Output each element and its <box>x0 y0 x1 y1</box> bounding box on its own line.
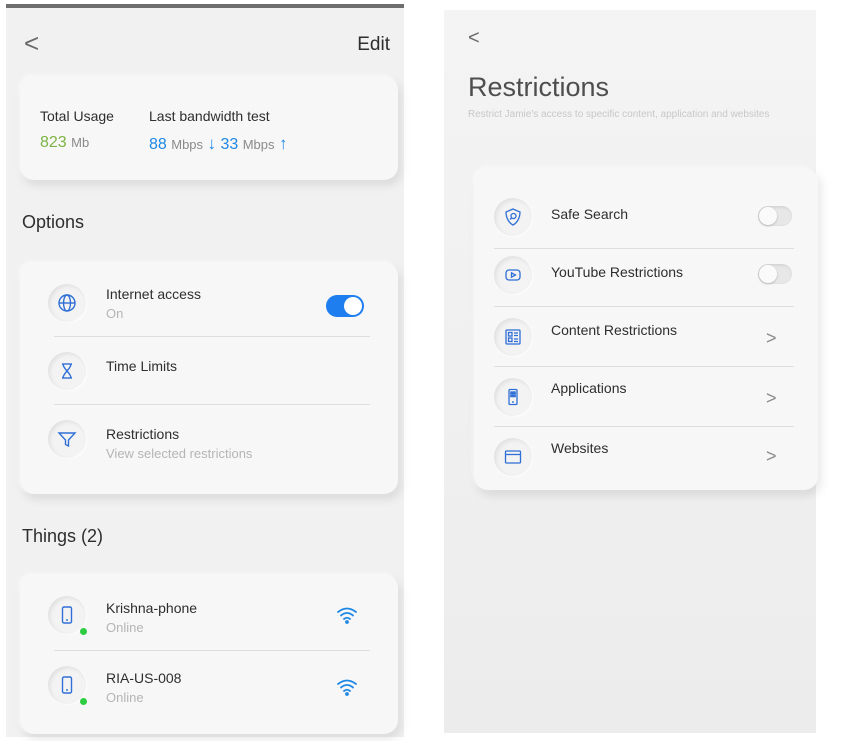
restriction-label: YouTube Restrictions <box>551 264 684 280</box>
divider <box>54 404 370 405</box>
restrictions-screen: < Restrictions Restrict Jamie's access t… <box>444 10 818 733</box>
restriction-safe-search[interactable]: Safe Search <box>474 192 818 248</box>
toggle-knob <box>759 207 777 225</box>
divider <box>494 248 794 249</box>
device-row[interactable]: RIA-US-008 Online <box>20 652 398 724</box>
option-label: Internet access <box>106 286 201 302</box>
restriction-content[interactable]: Content Restrictions > <box>474 308 818 366</box>
upload-unit: Mbps <box>242 137 275 152</box>
back-button[interactable]: < <box>468 28 480 48</box>
browser-window-icon <box>494 438 532 476</box>
device-row[interactable]: Krishna-phone Online <box>20 574 398 646</box>
download-unit: Mbps <box>171 137 204 152</box>
toggle-knob <box>344 297 362 315</box>
restriction-applications[interactable]: Applications > <box>474 368 818 426</box>
divider <box>494 366 794 367</box>
divider <box>494 426 794 427</box>
total-usage-value: 823 Mb <box>40 134 89 152</box>
youtube-icon <box>494 256 532 294</box>
restrictions-card: Safe Search YouTube Restrictions Content… <box>474 168 818 490</box>
option-status: View selected restrictions <box>106 446 253 461</box>
upload-speed: 33 <box>220 136 239 153</box>
restriction-websites[interactable]: Websites > <box>474 428 818 484</box>
option-time-limits[interactable]: Time Limits <box>20 338 398 404</box>
chevron-right-icon: > <box>766 446 777 466</box>
device-name: Krishna-phone <box>106 600 198 616</box>
option-label: Restrictions <box>106 426 180 442</box>
youtube-restrictions-toggle[interactable] <box>758 264 792 284</box>
divider <box>54 650 370 651</box>
safe-search-toggle[interactable] <box>758 206 792 226</box>
bandwidth-values: 88 Mbps ↓ 33 Mbps ↑ <box>149 134 287 154</box>
restriction-label: Content Restrictions <box>551 322 678 338</box>
upload-arrow-icon: ↑ <box>278 134 288 153</box>
bandwidth-test-label: Last bandwidth test <box>149 108 270 124</box>
app-device-icon <box>494 378 532 416</box>
option-label: Time Limits <box>106 358 178 374</box>
wifi-icon <box>336 606 358 629</box>
restriction-youtube[interactable]: YouTube Restrictions <box>474 250 818 306</box>
device-status: Online <box>106 690 144 705</box>
device-name: RIA-US-008 <box>106 670 182 686</box>
options-card: Internet access On Time Limits Restricti… <box>20 262 398 494</box>
usage-card: Total Usage 823 Mb Last bandwidth test 8… <box>20 76 398 180</box>
wifi-icon <box>336 678 358 701</box>
family-member-detail-screen: < Edit Total Usage 823 Mb Last bandwidth… <box>6 4 404 737</box>
edit-button[interactable]: Edit <box>357 34 390 56</box>
restriction-label: Safe Search <box>551 206 629 222</box>
chevron-right-icon: > <box>766 388 777 408</box>
total-usage-unit: Mb <box>71 135 90 150</box>
content-grid-icon <box>494 318 532 356</box>
shield-search-icon <box>494 198 532 236</box>
back-button[interactable]: < <box>24 30 39 56</box>
online-status-dot <box>80 628 87 635</box>
things-card: Krishna-phone Online RIA-US-008 Online <box>20 574 398 734</box>
toggle-knob <box>759 265 777 283</box>
hourglass-icon <box>48 352 86 390</box>
option-internet-access[interactable]: Internet access On <box>20 262 398 334</box>
restriction-label: Applications <box>551 380 627 396</box>
download-speed: 88 <box>149 136 167 153</box>
things-section-title: Things (2) <box>22 526 104 546</box>
chevron-right-icon: > <box>766 328 777 348</box>
divider <box>54 336 370 337</box>
internet-access-toggle[interactable] <box>326 295 364 317</box>
divider <box>494 306 794 307</box>
option-restrictions[interactable]: Restrictions View selected restrictions <box>20 406 398 486</box>
page-title: Restrictions <box>468 72 610 102</box>
option-status: On <box>106 306 124 321</box>
total-usage-number: 823 <box>40 134 67 151</box>
device-status: Online <box>106 620 144 635</box>
download-arrow-icon: ↓ <box>207 134 217 153</box>
globe-icon <box>48 284 86 322</box>
options-section-title: Options <box>22 212 85 232</box>
filter-icon <box>48 420 86 458</box>
total-usage-label: Total Usage <box>40 108 114 124</box>
restriction-label: Websites <box>551 440 609 456</box>
online-status-dot <box>80 698 87 705</box>
page-subtitle: Restrict Jamie's access to specific cont… <box>468 109 770 120</box>
